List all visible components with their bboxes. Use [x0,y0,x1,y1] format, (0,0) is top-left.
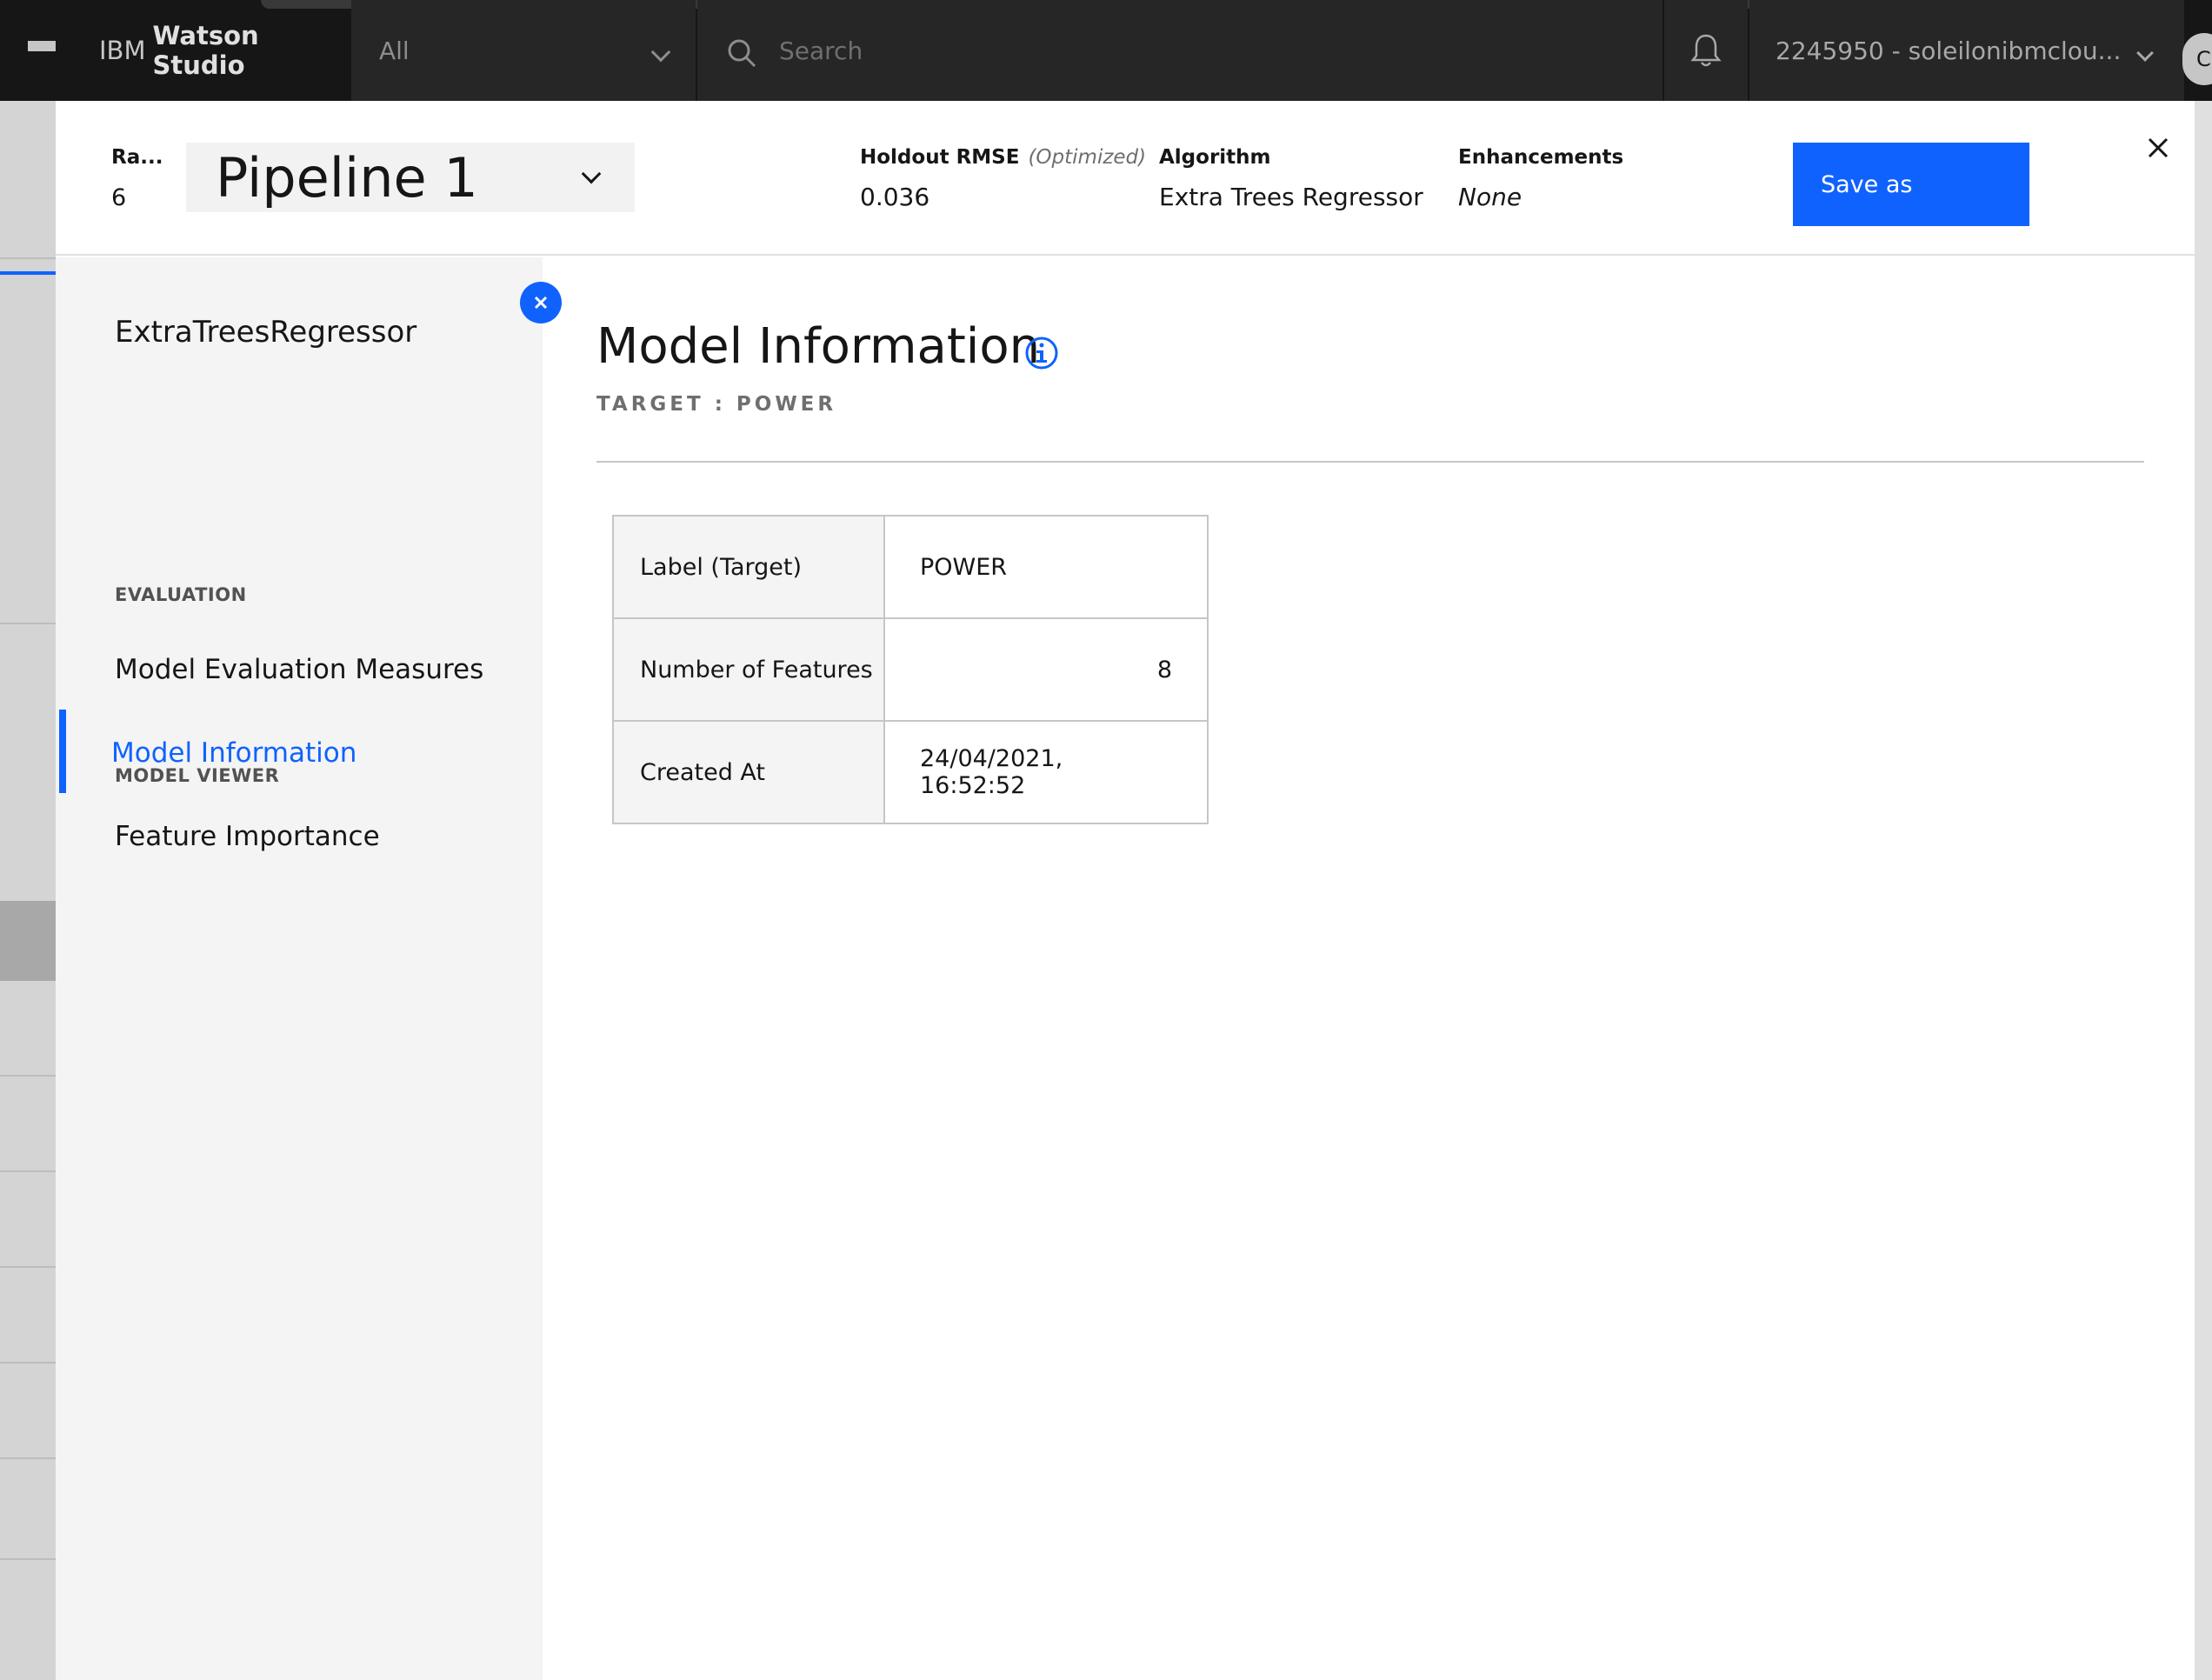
table-row: Created At 24/04/2021, 16:52:52 [612,720,1209,824]
avatar[interactable]: C [2182,33,2212,85]
search-icon [728,39,756,68]
rank-value: 6 [111,184,127,211]
nav-item-model-information[interactable]: Model Information [111,737,356,769]
close-icon[interactable] [2141,130,2175,165]
metric-stat: Holdout RMSE (Optimized) 0.036 [860,146,1146,211]
pipeline-dropdown[interactable]: Pipeline 1 [186,143,635,212]
top-header: IBM Watson Studio All Search 2245950 - s… [0,0,2212,101]
table-value: 8 [883,617,1209,722]
enhancements-value: None [1458,183,1522,211]
nav-item-feature-importance[interactable]: Feature Importance [115,821,380,852]
avatar-initial: C [2196,47,2211,71]
menu-button[interactable] [0,0,83,101]
collapse-sidebar-button[interactable] [520,282,562,323]
background-row-divider [0,623,56,624]
rank-label: Ra... [111,146,163,169]
notifications-button[interactable] [1662,0,1748,101]
table-key: Created At [612,720,885,824]
divider [596,461,2144,463]
background-row-divider [0,1457,56,1459]
model-name: ExtraTreesRegressor [115,315,417,350]
close-icon [534,296,548,310]
bell-icon [1690,34,1722,67]
metric-label: Holdout RMSE [860,146,1020,169]
model-viewer-sidebar: ExtraTreesRegressor EVALUATION Model Eva… [56,257,543,1680]
enhancements-stat: Enhancements None [1458,146,1623,211]
search-scope-dropdown[interactable]: All [351,0,696,101]
search-scope-value: All [379,36,410,65]
pipeline-details-modal: Ra... 6 Pipeline 1 Holdout RMSE (Optimize… [56,101,2195,1680]
background-row-divider [0,1266,56,1268]
background-selected-row [0,901,56,981]
background-tab-indicator [0,271,56,275]
metric-value: 0.036 [860,183,930,211]
account-switcher[interactable]: 2245950 - soleilonibmclou... [1749,0,2184,101]
pipeline-name: Pipeline 1 [216,145,478,210]
brand-name: Watson Studio [152,21,259,80]
metric-qualifier: (Optimized) [1028,146,1147,169]
chevron-down-icon [650,42,671,63]
evaluation-heading: EVALUATION [115,584,247,605]
target-subtitle: TARGET : POWER [596,393,837,416]
search-placeholder: Search [779,36,863,65]
search-input[interactable]: Search [697,0,1662,101]
algorithm-label: Algorithm [1159,146,1271,169]
account-name: 2245950 - soleilonibmclou... [1776,36,2122,65]
model-info-table: Label (Target) POWER Number of Features … [612,515,1209,824]
info-icon[interactable] [1024,336,1059,370]
table-row: Number of Features 8 [612,617,1209,722]
save-as-button[interactable]: Save as [1793,143,2029,226]
algorithm-value: Extra Trees Regressor [1159,183,1423,211]
table-key: Label (Target) [612,515,885,619]
table-value: 24/04/2021, 16:52:52 [883,720,1209,824]
chevron-down-icon [2136,44,2154,62]
background-row-divider [0,1170,56,1172]
table-value: POWER [883,515,1209,619]
background-row-divider [0,1558,56,1560]
nav-item-model-evaluation-measures[interactable]: Model Evaluation Measures [115,654,483,685]
chevron-down-icon [581,163,602,184]
background-row-divider [0,257,56,259]
background-page [0,101,56,1680]
enhancements-label: Enhancements [1458,146,1624,169]
table-key: Number of Features [612,617,885,722]
modal-header: Ra... 6 Pipeline 1 Holdout RMSE (Optimize… [56,101,2195,256]
background-row-divider [0,1362,56,1363]
hamburger-icon [28,41,56,60]
page-title: Model Information [596,318,1041,375]
product-name[interactable]: IBM Watson Studio [83,0,350,101]
background-row-divider [0,1075,56,1077]
algorithm-stat: Algorithm Extra Trees Regressor [1159,146,1423,211]
active-nav-indicator [59,710,66,793]
table-row: Label (Target) POWER [612,515,1209,619]
brand-prefix: IBM [99,36,146,65]
